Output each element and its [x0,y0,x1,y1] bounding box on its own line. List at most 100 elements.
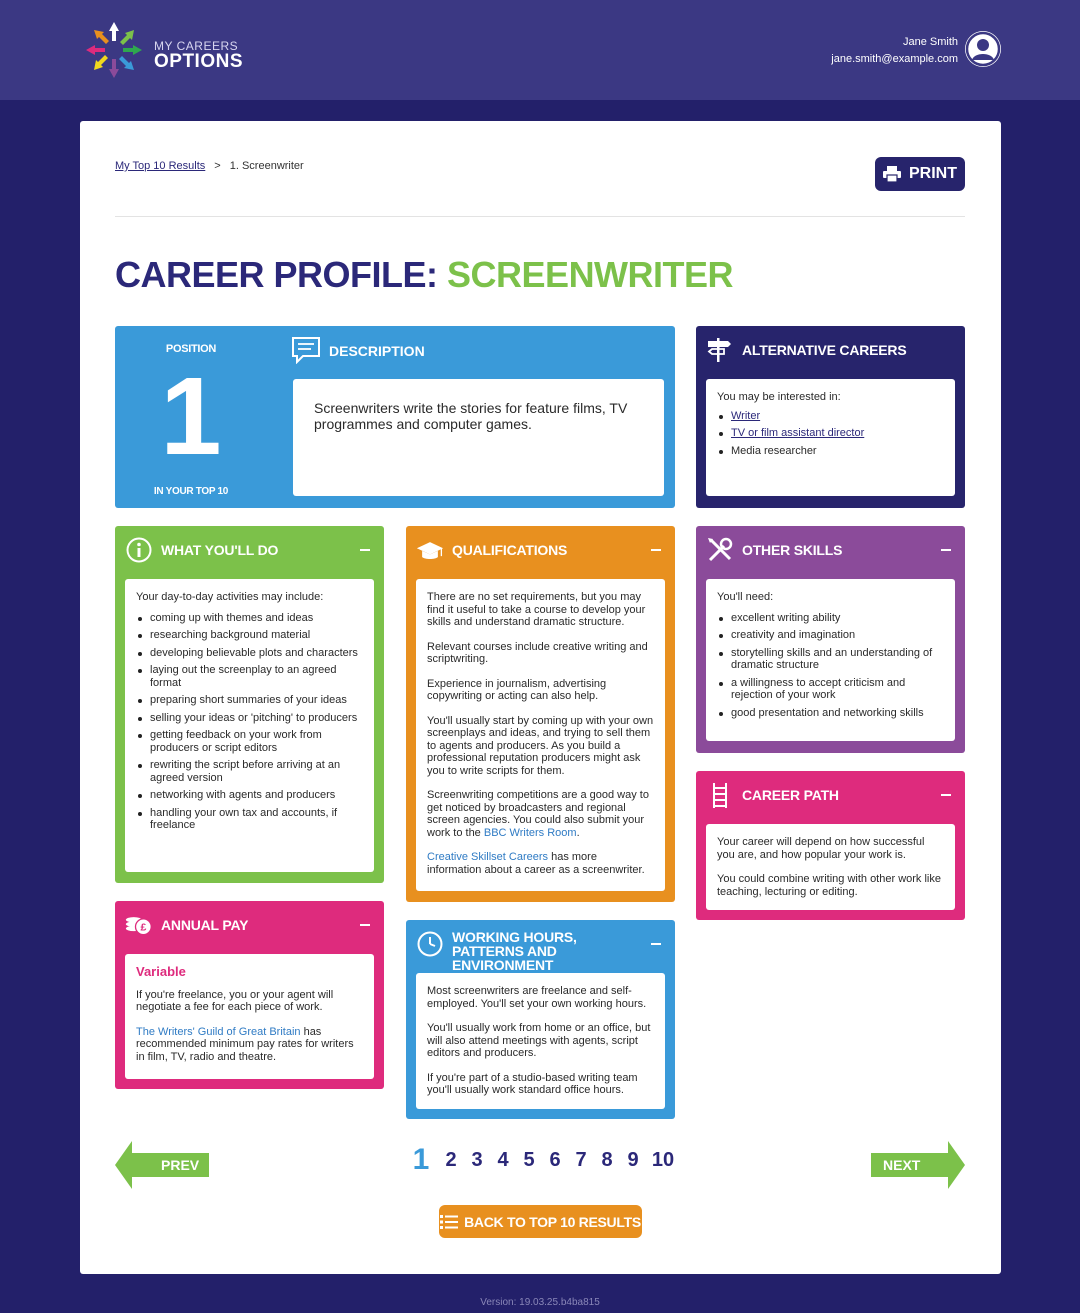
clock-icon [417,931,443,957]
qualifications-paragraph: Relevant courses include creative writin… [427,640,648,666]
user-avatar-icon[interactable] [965,31,1001,67]
coins-icon: £ [125,917,152,936]
list-item: preparing short summaries of your ideas [136,694,363,707]
page-numbers: 1 2 3 4 5 6 7 8 9 10 [406,1143,680,1177]
list-item: laying out the screenplay to an agreed f… [136,664,363,689]
career-path-card: CAREER PATH Your career will depend on h… [696,771,965,920]
what-youll-do-card: WHAT YOU'LL DO Your day-to-day activitie… [115,526,384,883]
what-youll-do-header[interactable]: WHAT YOU'LL DO [115,526,384,574]
alternative-careers-list: Writer TV or film assistant director Med… [717,410,944,458]
printer-icon [883,166,901,182]
creative-skillset-link[interactable]: Creative Skillset Careers [427,851,548,863]
position-description-card: POSITION 1 IN YOUR TOP 10 DESCRIPTION Sc… [115,326,675,508]
working-hours-heading: WORKING HOURS, PATTERNS AND ENVIRONMENT [452,929,577,973]
qualifications-paragraph: Experience in journalism, advertising co… [427,677,607,703]
list-item: getting feedback on your work from produ… [136,729,363,754]
qualifications-paragraph: Creative Skillset Careers has more infor… [427,851,654,876]
career-path-header[interactable]: CAREER PATH [696,771,965,819]
position-sub: IN YOUR TOP 10 [153,486,229,497]
what-youll-do-intro: Your day-to-day activities may include: [136,591,324,603]
list-item: TV or film assistant director [717,427,944,440]
page-link-current[interactable]: 1 [406,1143,436,1177]
other-skills-card: OTHER SKILLS You'll need: excellent writ… [696,526,965,753]
prev-button[interactable]: PREV [115,1141,209,1189]
title-prefix: CAREER PROFILE: [115,254,438,295]
other-skills-list: excellent writing ability creativity and… [717,612,944,720]
other-skills-intro: You'll need: [717,591,774,603]
page-link[interactable]: 5 [516,1149,542,1177]
list-item: rewriting the script before arriving at … [136,759,363,784]
collapse-icon[interactable] [360,924,370,926]
breadcrumb-separator: > [214,160,221,172]
list-item: creativity and imagination [717,629,944,642]
collapse-icon[interactable] [360,549,370,551]
next-button[interactable]: NEXT [871,1141,965,1189]
list-item: excellent writing ability [717,612,944,625]
list-item: Media researcher [717,445,944,458]
breadcrumb: My Top 10 Results >1. Screenwriter [115,160,304,172]
other-skills-header[interactable]: OTHER SKILLS [696,526,965,574]
print-button[interactable]: PRINT [875,157,965,191]
annual-pay-header[interactable]: £ ANNUAL PAY [115,901,384,949]
alternative-careers-intro: You may be interested in: [717,391,841,403]
page-link[interactable]: 8 [594,1149,620,1177]
title-career: SCREENWRITER [447,254,734,295]
print-label: PRINT [909,165,957,182]
back-to-results-button[interactable]: BACK TO TOP 10 RESULTS [439,1205,642,1238]
breadcrumb-current: 1. Screenwriter [229,160,304,172]
alternative-careers-body: You may be interested in: Writer TV or f… [706,379,955,496]
annual-pay-paragraph: If you're freelance, you or your agent w… [136,988,334,1014]
info-icon [126,537,152,563]
what-youll-do-body: Your day-to-day activities may include: … [125,579,374,872]
qualifications-heading: QUALIFICATIONS [452,542,568,558]
alternative-careers-heading: ALTERNATIVE CAREERS [742,342,907,358]
career-path-paragraph: Your career will depend on how successfu… [717,836,925,861]
annual-pay-paragraph: The Writers' Guild of Great Britain has … [136,1026,363,1064]
career-path-heading: CAREER PATH [742,787,839,803]
working-hours-card: WORKING HOURS, PATTERNS AND ENVIRONMENT … [406,920,675,1119]
annual-pay-body: Variable If you're freelance, you or you… [125,954,374,1079]
writers-guild-link[interactable]: The Writers' Guild of Great Britain [136,1026,301,1038]
top-header: MY CAREERS OPTIONS Jane Smith jane.smith… [0,0,1080,100]
next-label: NEXT [883,1157,921,1173]
page-link[interactable]: 4 [490,1149,516,1177]
version-text: Version: 19.03.25.b4ba815 [480,1297,600,1308]
page-link[interactable]: 3 [464,1149,490,1177]
alternative-career-link[interactable]: TV or film assistant director [731,427,864,439]
list-item: Writer [717,410,944,423]
user-info: Jane Smith jane.smith@example.com [831,34,958,68]
alternative-career-link[interactable]: Writer [731,410,760,422]
page-link[interactable]: 6 [542,1149,568,1177]
logo-line-2: OPTIONS [154,51,244,72]
description-text: Screenwriters write the stories for feat… [293,379,664,496]
other-skills-heading: OTHER SKILLS [742,542,843,558]
page-link[interactable]: 7 [568,1149,594,1177]
qualifications-body: There are no set requirements, but you m… [416,579,665,891]
page-link[interactable]: 10 [646,1149,680,1177]
working-hours-paragraph: If you're part of a studio-based writing… [427,1071,638,1097]
qualifications-header[interactable]: QUALIFICATIONS [406,526,675,574]
qualifications-paragraph: Screenwriting competitions are a good wa… [427,789,654,839]
collapse-icon[interactable] [651,549,661,551]
list-item: handling your own tax and accounts, if f… [136,807,363,832]
collapse-icon[interactable] [651,943,661,945]
bbc-writers-room-link[interactable]: BBC Writers Room [484,827,577,839]
divider [115,216,965,217]
page-title: CAREER PROFILE: SCREENWRITER [115,254,734,296]
alternative-careers-header: ALTERNATIVE CAREERS [696,326,965,374]
collapse-icon[interactable] [941,794,951,796]
annual-pay-amount: Variable [136,964,186,979]
page-link[interactable]: 2 [438,1149,464,1177]
breadcrumb-parent-link[interactable]: My Top 10 Results [115,160,205,172]
list-item: good presentation and networking skills [717,707,944,720]
user-email: jane.smith@example.com [831,53,958,65]
qualifications-paragraph: There are no set requirements, but you m… [427,591,646,628]
alternative-careers-card: ALTERNATIVE CAREERS You may be intereste… [696,326,965,508]
page-link[interactable]: 9 [620,1149,646,1177]
working-hours-header[interactable]: WORKING HOURS, PATTERNS AND ENVIRONMENT [406,920,675,972]
working-hours-paragraph: Most screenwriters are freelance and sel… [427,985,647,1010]
list-item: selling your ideas or 'pitching' to prod… [136,712,363,725]
list-icon [440,1214,459,1229]
tools-icon [708,537,733,562]
collapse-icon[interactable] [941,549,951,551]
